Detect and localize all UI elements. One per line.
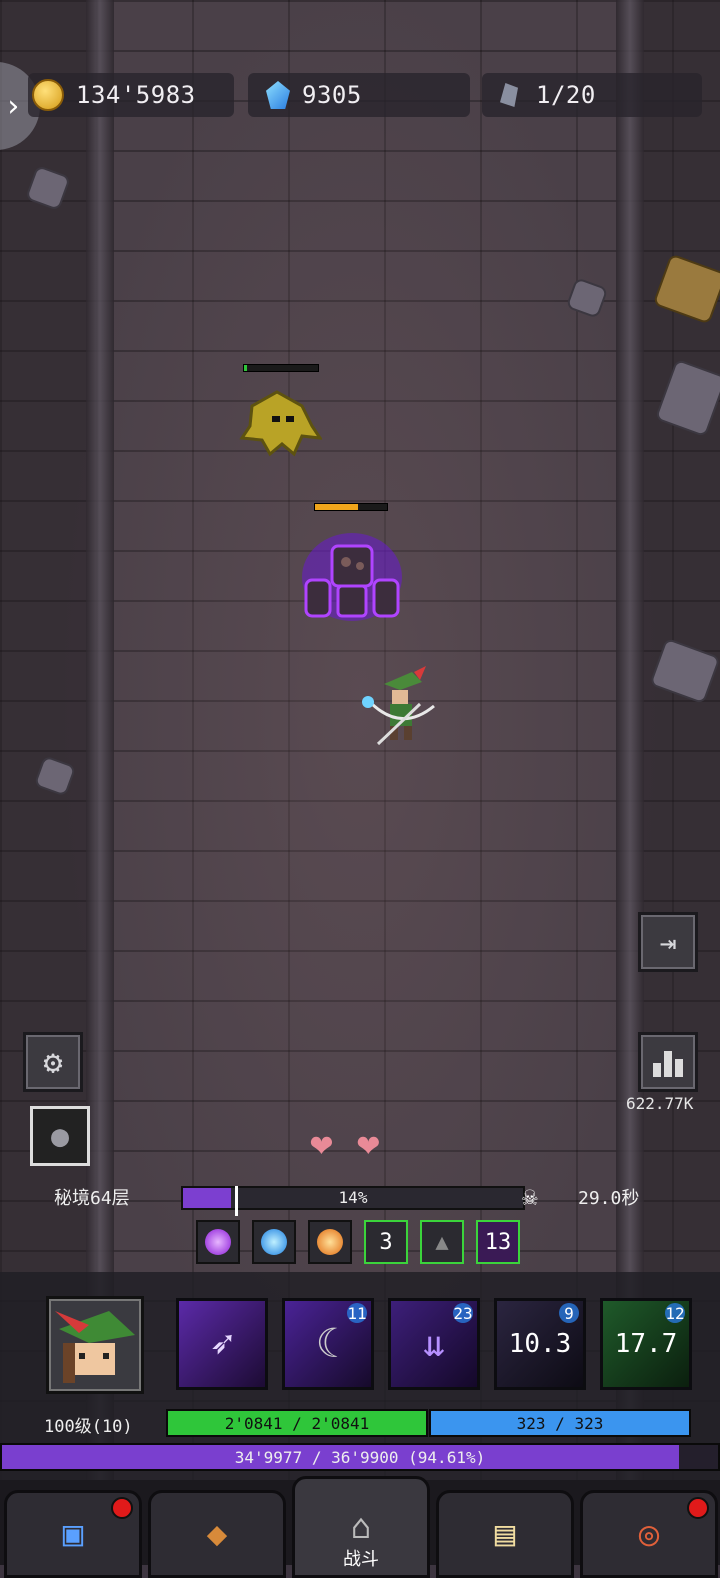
mp-text: 323 / 323: [516, 1413, 604, 1433]
heart-icon: ❤: [356, 1121, 380, 1165]
spellbook-icon: ▤: [494, 1514, 516, 1554]
heart-icon: ❤: [310, 1121, 333, 1165]
skill-level: 12: [665, 1303, 685, 1323]
gem-amount: 9305: [302, 81, 362, 109]
auto-battle-button[interactable]: ●: [30, 1106, 90, 1166]
stage-timer: 29.0秒: [578, 1188, 640, 1209]
hp-bar: 2'0841 / 2'0841: [166, 1409, 428, 1437]
skill-bar: ➶ ☾ 11 ⇊ 23 10.3 9 17.7 12: [176, 1298, 692, 1390]
skill-cooldown: 10.3: [508, 1329, 572, 1359]
skill-slot-4[interactable]: 10.3 9: [494, 1298, 586, 1390]
gold-amount: 134'5983: [76, 81, 196, 109]
skill-slot-1[interactable]: ➶: [176, 1298, 268, 1390]
skill-level: 23: [453, 1303, 473, 1323]
left-wall-pillar: [86, 0, 114, 1480]
hood-icon: ▲: [435, 1229, 449, 1255]
gold-counter: 134'5983: [28, 73, 234, 117]
buff-purple-orb[interactable]: [196, 1220, 240, 1264]
purple-orb-icon: [205, 1229, 231, 1255]
buff-orange-orb[interactable]: [308, 1220, 352, 1264]
settings-button[interactable]: ⚙: [23, 1032, 83, 1092]
tab-battle-label: 战斗: [343, 1549, 379, 1570]
buff-row: 3 ▲ 13: [196, 1220, 520, 1264]
xp-bar: 34'9977 / 36'9900 (94.61%): [0, 1443, 720, 1471]
hero-portrait[interactable]: [46, 1296, 144, 1394]
exit-dungeon-button[interactable]: ⇥: [638, 912, 698, 972]
dps-value: 622.77K: [626, 1094, 694, 1113]
buff-blue-orb[interactable]: [252, 1220, 296, 1264]
dungeon-gate-icon: ⌂: [350, 1507, 372, 1547]
orange-orb-icon: [317, 1229, 343, 1255]
archer-portrait-icon: [55, 1311, 135, 1383]
stone-key-icon: [500, 83, 518, 107]
tab-battle[interactable]: ⌂ 战斗: [292, 1476, 430, 1578]
void-golem-enemy[interactable]: [298, 522, 406, 622]
key-counter: 1/20: [482, 73, 702, 117]
ghost-hp-bar: [243, 364, 319, 372]
skill-slot-5[interactable]: 17.7 12: [600, 1298, 692, 1390]
chest-icon: ▣: [62, 1514, 84, 1554]
notification-badge: [687, 1497, 709, 1519]
chevron-right-icon: ›: [3, 88, 23, 124]
skill-slot-2[interactable]: ☾ 11: [282, 1298, 374, 1390]
buff-count: 13: [484, 1229, 512, 1255]
stage-name: 秘境64层: [54, 1188, 130, 1209]
blue-gem-icon: [266, 81, 290, 109]
hooded-figure-icon: ●: [50, 1118, 70, 1154]
buff-dark-blade[interactable]: 13: [476, 1220, 520, 1264]
left-wall-area: [0, 0, 86, 1480]
key-amount: 1/20: [536, 81, 596, 109]
mp-bar: 323 / 323: [429, 1409, 691, 1437]
damage-stats-button[interactable]: [638, 1032, 698, 1092]
blue-orb-icon: [261, 1229, 287, 1255]
progress-marker: [235, 1186, 238, 1216]
right-wall-pillar: [616, 0, 644, 1480]
lives-hearts: ❤ ❤: [310, 1124, 380, 1162]
buff-banner[interactable]: 3: [364, 1220, 408, 1264]
xp-text: 34'9977 / 36'9900 (94.61%): [234, 1447, 486, 1467]
right-wall-area: [644, 0, 720, 1480]
skill-cooldown: 17.7: [614, 1329, 678, 1359]
bar-chart-icon: [653, 1051, 683, 1077]
skill-slot-3[interactable]: ⇊ 23: [388, 1298, 480, 1390]
golem-hp-bar: [314, 503, 388, 511]
gold-coin-icon: [32, 79, 64, 111]
rock-decoration: [565, 277, 609, 319]
target-icon: ◎: [638, 1514, 660, 1554]
dark-arrow-icon: ➶: [209, 1321, 235, 1367]
gear-icon: ⚙: [43, 1043, 63, 1081]
skill-level: 9: [559, 1303, 579, 1323]
archer-hero: [362, 666, 435, 746]
notification-badge: [111, 1497, 133, 1519]
yellow-ghost-enemy[interactable]: [232, 388, 322, 458]
buff-hood[interactable]: ▲: [420, 1220, 464, 1264]
boss-skull-icon: ☠: [522, 1182, 538, 1212]
backpack-icon: ◆: [206, 1514, 228, 1554]
skill-level: 11: [347, 1303, 367, 1323]
hp-text: 2'0841 / 2'0841: [224, 1413, 370, 1433]
bottom-tab-bar: ▣ ◆ ⌂ 战斗 ▤ ◎: [0, 1476, 720, 1578]
gem-counter: 9305: [248, 73, 470, 117]
player-level: 100级(10): [44, 1417, 133, 1437]
buff-count: 3: [379, 1229, 393, 1255]
stage-progress-bar: 14%: [181, 1186, 525, 1210]
arrow-rain-icon: ⇊: [423, 1323, 445, 1365]
exit-icon: ⇥: [659, 925, 677, 959]
scythe-icon: ☾: [315, 1321, 341, 1367]
stage-progress-label: 14%: [338, 1188, 368, 1207]
